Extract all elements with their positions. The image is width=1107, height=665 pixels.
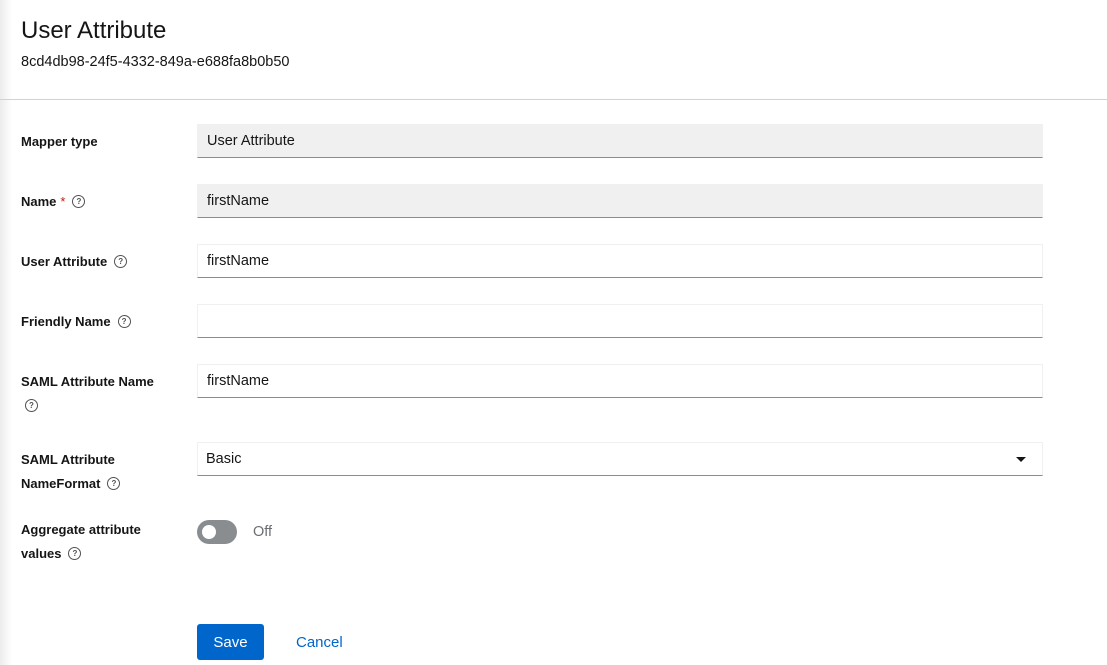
aggregate-label-line2: values bbox=[21, 546, 62, 561]
saml-attribute-name-label: SAML Attribute Name bbox=[21, 374, 154, 389]
name-label-group: Name *? bbox=[21, 190, 181, 214]
mapper-type-field: User Attribute bbox=[197, 124, 1043, 158]
caret-down-icon bbox=[1016, 457, 1026, 462]
aggregate-attribute-values-toggle[interactable] bbox=[197, 520, 237, 544]
friendly-name-label: Friendly Name bbox=[21, 314, 111, 329]
help-icon[interactable]: ? bbox=[117, 315, 131, 329]
page-header: User Attribute 8cd4db98-24f5-4332-849a-e… bbox=[0, 0, 1107, 100]
help-icon[interactable]: ? bbox=[114, 255, 128, 269]
help-icon[interactable]: ? bbox=[68, 547, 82, 561]
required-marker: * bbox=[60, 194, 66, 209]
user-attribute-label: User Attribute bbox=[21, 254, 108, 269]
page-title: User Attribute bbox=[21, 17, 167, 44]
friendly-name-input[interactable] bbox=[197, 304, 1043, 338]
aggregate-label-line1: Aggregate attribute bbox=[21, 522, 141, 537]
help-icon[interactable]: ? bbox=[25, 399, 38, 413]
friendly-name-label-group: Friendly Name? bbox=[21, 310, 181, 334]
saml-nameformat-label-group: SAML Attribute NameFormat? bbox=[21, 448, 181, 496]
user-attribute-label-group: User Attribute? bbox=[21, 250, 181, 274]
toggle-knob bbox=[202, 525, 216, 539]
user-attribute-input[interactable]: firstName bbox=[197, 244, 1043, 278]
name-field: firstName bbox=[197, 184, 1043, 218]
help-icon[interactable]: ? bbox=[107, 477, 121, 491]
save-button[interactable]: Save bbox=[197, 624, 264, 660]
aggregate-label-group: Aggregate attribute values? bbox=[21, 518, 181, 566]
toggle-state-label: Off bbox=[253, 524, 273, 540]
saml-nameformat-select[interactable]: Basic bbox=[197, 442, 1043, 476]
saml-attribute-name-label-group: SAML Attribute Name? bbox=[21, 370, 181, 418]
mapper-type-label: Mapper type bbox=[21, 134, 98, 149]
saml-nameformat-selected-value: Basic bbox=[206, 451, 242, 467]
saml-nameformat-label-line2: NameFormat bbox=[21, 476, 101, 491]
cancel-button[interactable]: Cancel bbox=[284, 624, 355, 660]
saml-nameformat-label-line1: SAML Attribute bbox=[21, 452, 115, 467]
help-icon[interactable]: ? bbox=[72, 195, 86, 209]
name-label: Name bbox=[21, 194, 57, 209]
mapper-id: 8cd4db98-24f5-4332-849a-e688fa8b0b50 bbox=[21, 54, 290, 70]
saml-attribute-name-input[interactable]: firstName bbox=[197, 364, 1043, 398]
